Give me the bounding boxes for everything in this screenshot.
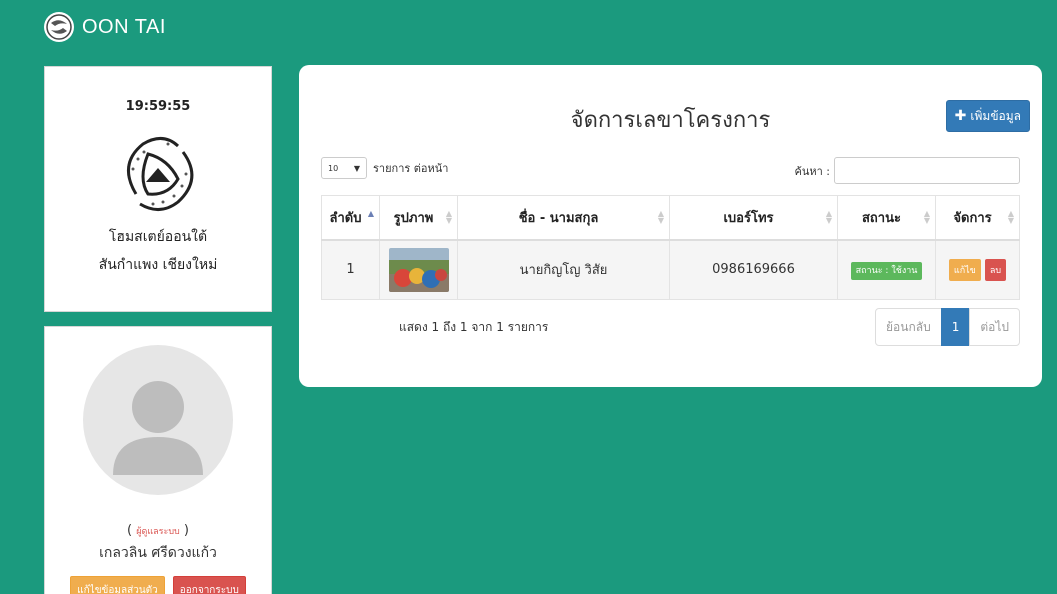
add-button-label: เพิ่มข้อมูล xyxy=(970,108,1021,123)
search-input[interactable] xyxy=(834,157,1020,184)
user-panel: ( ผู้ดูแลระบบ ) เกลวลิน ศรีดวงแก้ว แก้ไข… xyxy=(44,326,272,594)
col-header-status[interactable]: สถานะ ▲ ▼ xyxy=(837,195,936,241)
page-length-control: 10 ▼ รายการ ต่อหน้า xyxy=(321,157,448,179)
sort-icon: ▲ ▼ xyxy=(923,209,930,225)
col-header-no[interactable]: ลำดับ ▲ xyxy=(321,195,380,241)
search-control: ค้นหา : xyxy=(794,157,1020,184)
pagination-next[interactable]: ต่อไป xyxy=(969,308,1020,346)
clock: 19:59:55 xyxy=(125,99,191,114)
secretary-photo[interactable] xyxy=(388,247,449,292)
fish-logo-icon xyxy=(108,124,208,224)
table-row: 1 นายกิญโญ วิสัย 0986169666 สถานะ: ใช้ง… xyxy=(321,239,1020,300)
sort-icon: ▲ ▼ xyxy=(445,209,452,225)
brand[interactable]: OON TAI xyxy=(44,12,166,42)
user-role: ( ผู้ดูแลระบบ ) xyxy=(127,523,189,538)
cell-no: 1 xyxy=(321,239,380,300)
main-card: จัดการเลขาโครงการ ✚ เพิ่มข้อมูล 10 ▼ ราย… xyxy=(299,65,1042,387)
brand-name: OON TAI xyxy=(82,15,166,38)
sort-icon: ▲ ▼ xyxy=(1007,209,1014,225)
sort-icon: ▲ ▼ xyxy=(657,209,664,225)
plus-icon: ✚ xyxy=(954,108,967,124)
info-panel: 19:59:55 โฮมสเตย์ออนใต้ สันกำแพง เชียงให… xyxy=(44,66,272,312)
add-button[interactable]: ✚ เพิ่มข้อมูล xyxy=(945,100,1030,132)
caret-down-icon: ▼ xyxy=(353,163,360,173)
page-title: จัดการเลขาโครงการ xyxy=(570,108,771,133)
brand-logo-icon xyxy=(44,12,74,42)
cell-phone: 0986169666 xyxy=(669,239,838,300)
page-length-value: 10 xyxy=(328,163,339,173)
status-badge: สถานะ : ใช้งาน xyxy=(850,262,923,281)
col-header-phone[interactable]: เบอร์โทร ▲ ▼ xyxy=(669,195,838,241)
table-info: แสดง 1 ถึง 1 จาก 1 รายการ xyxy=(399,320,549,334)
pagination-prev[interactable]: ย้อนกลับ xyxy=(875,308,942,346)
page-length-select[interactable]: 10 ▼ xyxy=(321,157,367,179)
col-header-name[interactable]: ชื่อ - นามสกุล ▲ ▼ xyxy=(457,195,670,241)
avatar xyxy=(83,345,233,495)
sort-asc-icon: ▲ xyxy=(367,209,374,218)
edit-profile-button[interactable]: แก้ไขข้อมูลส่วนตัว xyxy=(70,576,165,594)
sort-icon: ▲ ▼ xyxy=(825,209,832,225)
pagination: ย้อนกลับ 1 ต่อไป xyxy=(875,308,1020,346)
logout-button[interactable]: ออกจากระบบ xyxy=(172,576,246,594)
user-role-text: ผู้ดูแลระบบ xyxy=(136,527,180,537)
pagination-page-1[interactable]: 1 xyxy=(940,308,971,346)
data-table: ลำดับ ▲ รูปภาพ ▲ ▼ ชื่อ - นามสกุล ▲ ▼ เบอร์โท… xyxy=(321,195,1020,300)
col-header-image[interactable]: รูปภาพ ▲ ▼ xyxy=(379,195,458,241)
delete-button[interactable]: ลบ xyxy=(984,258,1007,281)
shop-name: โฮมสเตย์ออนใต้ xyxy=(108,229,208,245)
cell-status: สถานะ : ใช้งาน xyxy=(837,239,936,300)
shop-address: สันกำแพง เชียงใหม่ xyxy=(98,257,218,273)
cell-name: นายกิญโญ วิสัย xyxy=(457,239,670,300)
cell-image xyxy=(379,239,458,300)
user-silhouette-icon xyxy=(113,381,203,475)
user-name: เกลวลิน ศรีดวงแก้ว xyxy=(99,545,217,561)
col-header-actions[interactable]: จัดการ ▲ ▼ xyxy=(935,195,1020,241)
page-length-label: รายการ ต่อหน้า xyxy=(373,162,449,175)
cell-actions: แก้ไข ลบ xyxy=(935,239,1020,300)
search-label: ค้นหา : xyxy=(794,164,830,178)
edit-button[interactable]: แก้ไข xyxy=(948,258,981,281)
